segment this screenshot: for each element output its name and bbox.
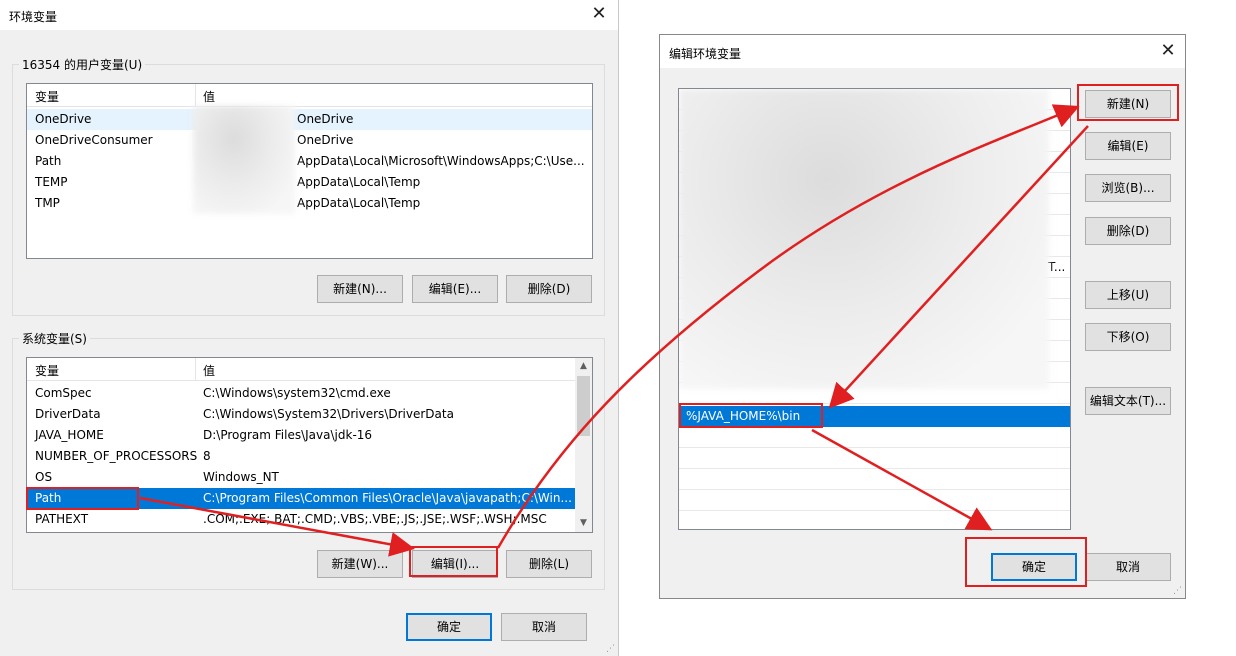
column-header-variable[interactable]: 变量 (35, 88, 59, 105)
user-new-button[interactable]: 新建(N)... (317, 275, 403, 303)
variable-value: D:\Program Files\Java\jdk-16 (203, 428, 373, 442)
list-header: 变量 值 (27, 84, 592, 107)
cancel-button[interactable]: 取消 (1085, 553, 1171, 581)
table-row[interactable]: Path AppData\Local\Microsoft\WindowsApps… (27, 151, 592, 172)
user-delete-button[interactable]: 删除(D) (506, 275, 592, 303)
list-item[interactable] (679, 427, 1070, 448)
variable-value: 8 (203, 449, 211, 463)
table-row[interactable]: OneDriveConsumer OneDrive (27, 130, 592, 151)
variable-name: OS (35, 470, 53, 484)
list-item[interactable] (679, 469, 1070, 490)
table-row[interactable]: ComSpec C:\Windows\system32\cmd.exe (27, 383, 592, 404)
column-header-value[interactable]: 值 (203, 88, 215, 105)
variable-name: JAVA_HOME (35, 428, 104, 442)
list-item[interactable] (679, 490, 1070, 511)
browse-button[interactable]: 浏览(B)... (1085, 174, 1171, 202)
system-delete-button[interactable]: 删除(L) (506, 550, 592, 578)
close-icon[interactable]: ✕ (588, 4, 610, 26)
ok-button[interactable]: 确定 (406, 613, 492, 641)
variable-value: .COM;.EXE;.BAT;.CMD;.VBS;.VBE;.JS;.JSE;.… (203, 512, 547, 526)
edit-text-button[interactable]: 编辑文本(T)... (1085, 387, 1171, 415)
variable-name: TMP (35, 196, 60, 210)
path-entries-list[interactable]: T... %JAVA_HOME%\bin (678, 88, 1071, 530)
ok-button[interactable]: 确定 (991, 553, 1077, 581)
list-header: 变量 值 (27, 358, 592, 381)
table-row[interactable]: JAVA_HOME D:\Program Files\Java\jdk-16 (27, 425, 592, 446)
list-item[interactable] (679, 448, 1070, 469)
variable-value: C:\Windows\System32\Drivers\DriverData (203, 407, 454, 421)
redacted-path-region (193, 106, 295, 214)
variable-name: NUMBER_OF_PROCESSORS (35, 449, 198, 463)
move-up-button[interactable]: 上移(U) (1085, 281, 1171, 309)
system-variables-list[interactable]: 变量 值 ComSpec C:\Windows\system32\cmd.exe… (26, 357, 593, 533)
variable-value: OneDrive (297, 133, 354, 147)
close-icon[interactable]: ✕ (1157, 41, 1179, 63)
table-row-selected[interactable]: Path C:\Program Files\Common Files\Oracl… (27, 488, 575, 509)
scroll-down-icon[interactable]: ▼ (575, 515, 592, 532)
resize-grip-icon[interactable]: ⋰ (606, 644, 616, 654)
variable-name: OneDrive (35, 112, 92, 126)
user-variables-list[interactable]: 变量 值 OneDrive OneDrive OneDriveConsumer … (26, 83, 593, 259)
variable-name: Path (35, 154, 62, 168)
title-bar: 编辑环境变量 ✕ (660, 35, 1185, 68)
edit-environment-variable-dialog: 编辑环境变量 ✕ T... %JAVA_HOME%\bin 新建(N) 编辑(E… (659, 34, 1186, 599)
title-bar: 环境变量 ✕ (0, 0, 618, 30)
variable-value: C:\Program Files\Common Files\Oracle\Jav… (203, 491, 572, 505)
table-row[interactable]: NUMBER_OF_PROCESSORS 8 (27, 446, 592, 467)
resize-grip-icon[interactable]: ⋰ (1173, 586, 1183, 596)
edit-entry-button[interactable]: 编辑(E) (1085, 132, 1171, 160)
environment-variables-dialog: 环境变量 ✕ 16354 的用户变量(U) 变量 值 OneDrive OneD… (0, 0, 619, 656)
scroll-up-icon[interactable]: ▲ (575, 358, 592, 375)
entry-fragment: T... (1048, 260, 1066, 274)
table-row[interactable]: PATHEXT .COM;.EXE;.BAT;.CMD;.VBS;.VBE;.J… (27, 509, 575, 530)
variable-value: Windows_NT (203, 470, 279, 484)
variable-name: Path (35, 491, 62, 505)
variable-name: TEMP (35, 175, 68, 189)
column-header-variable[interactable]: 变量 (35, 362, 59, 379)
system-new-button[interactable]: 新建(W)... (317, 550, 403, 578)
system-edit-button[interactable]: 编辑(I)... (412, 550, 498, 578)
table-row[interactable]: DriverData C:\Windows\System32\Drivers\D… (27, 404, 592, 425)
system-variables-legend: 系统变量(S) (22, 332, 87, 346)
delete-entry-button[interactable]: 删除(D) (1085, 217, 1171, 245)
scroll-thumb[interactable] (577, 376, 590, 436)
variable-value: OneDrive (297, 112, 354, 126)
list-item-selected[interactable]: %JAVA_HOME%\bin (679, 406, 1070, 427)
variable-value: AppData\Local\Microsoft\WindowsApps;C:\U… (297, 154, 585, 168)
variable-name: OneDriveConsumer (35, 133, 153, 147)
entry-text: %JAVA_HOME%\bin (686, 409, 801, 423)
new-entry-button[interactable]: 新建(N) (1085, 90, 1171, 118)
user-variables-legend: 16354 的用户变量(U) (22, 58, 143, 72)
dialog-title: 环境变量 (9, 10, 58, 24)
vertical-scrollbar[interactable]: ▲ ▼ (575, 358, 592, 532)
table-row[interactable]: OS Windows_NT (27, 467, 592, 488)
cancel-button[interactable]: 取消 (501, 613, 587, 641)
dialog-title: 编辑环境变量 (669, 47, 742, 61)
table-row[interactable]: OneDrive OneDrive (27, 109, 592, 130)
column-header-value[interactable]: 值 (203, 362, 215, 379)
table-row[interactable]: TMP AppData\Local\Temp (27, 193, 592, 214)
redacted-entries-region (679, 89, 1049, 389)
variable-value: AppData\Local\Temp (297, 175, 421, 189)
move-down-button[interactable]: 下移(O) (1085, 323, 1171, 351)
variable-name: ComSpec (35, 386, 92, 400)
table-row[interactable]: TEMP AppData\Local\Temp (27, 172, 592, 193)
variable-name: DriverData (35, 407, 101, 421)
user-edit-button[interactable]: 编辑(E)... (412, 275, 498, 303)
variable-value: C:\Windows\system32\cmd.exe (203, 386, 391, 400)
variable-name: PATHEXT (35, 512, 89, 526)
variable-value: AppData\Local\Temp (297, 196, 421, 210)
